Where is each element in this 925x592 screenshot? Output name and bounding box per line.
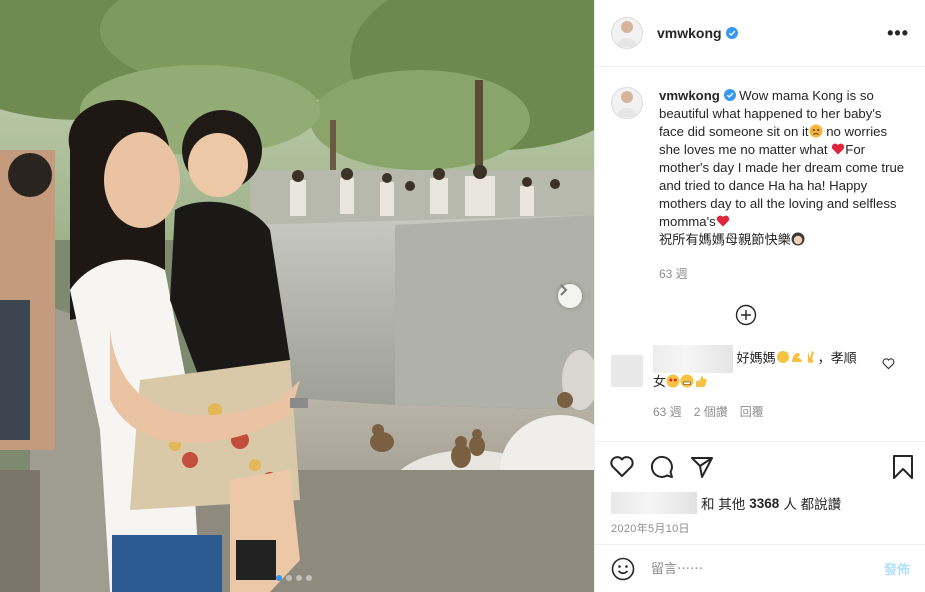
action-icons — [595, 442, 925, 492]
likes-summary[interactable]: 和 其他 3368 人 都說讚 — [595, 492, 925, 514]
comment-avatar[interactable] — [611, 355, 643, 387]
post-comment-button[interactable]: 發佈 — [884, 559, 910, 578]
header-username[interactable]: vmwkong — [657, 25, 722, 41]
chevron-right-icon — [560, 284, 568, 296]
caption-line-4: 祝所有媽媽母親節快樂 — [659, 232, 791, 247]
next-photo-button[interactable] — [558, 284, 582, 308]
comment-like-heart-icon[interactable] — [882, 357, 895, 370]
pouting-face-emoji-icon — [809, 124, 823, 138]
comment-age[interactable]: 63 週 — [653, 403, 682, 421]
more-options-icon[interactable]: ••• — [887, 23, 909, 44]
comment-text-3: 女 — [653, 374, 667, 389]
clapping-hands-emoji-icon — [776, 351, 789, 364]
post-date[interactable]: 2020年5月10日 — [595, 520, 925, 536]
comment-item: 好媽媽 ，孝順 女 63 週 2 個讚 回覆 — [611, 345, 911, 421]
woman-emoji-icon — [791, 232, 805, 246]
likes-suffix: 人 都說讚 — [783, 497, 842, 512]
instagram-post: vmwkong ••• vmwkong Wow mama Kong is so … — [0, 0, 925, 592]
caption-username[interactable]: vmwkong — [659, 88, 720, 103]
load-more-comments-icon[interactable] — [735, 304, 757, 326]
grinning-face-emoji-icon — [680, 374, 694, 388]
carousel-dots — [276, 575, 312, 581]
like-heart-icon[interactable] — [609, 454, 635, 480]
post-header: vmwkong ••• — [595, 0, 925, 67]
carousel-dot-2 — [286, 575, 292, 581]
liker-name-blurred[interactable] — [611, 492, 697, 514]
avatar-image — [617, 91, 637, 117]
comment-text-2: ，孝順 — [817, 350, 857, 366]
red-heart-emoji-icon — [832, 143, 845, 155]
post-side-panel: vmwkong ••• vmwkong Wow mama Kong is so … — [594, 0, 925, 592]
comment-username-blurred[interactable] — [653, 345, 733, 373]
caption: vmwkong Wow mama Kong is so beautiful wh… — [611, 87, 909, 249]
action-bar: 和 其他 3368 人 都說讚 2020年5月10日 — [595, 441, 925, 536]
carousel-dot-4 — [306, 575, 312, 581]
comment-input[interactable] — [651, 561, 851, 576]
add-comment-bar: 發佈 — [595, 544, 925, 592]
comment-body: 好媽媽 ，孝順 女 63 週 2 個讚 回覆 — [653, 345, 883, 421]
caption-text: vmwkong Wow mama Kong is so beautiful wh… — [659, 87, 905, 249]
thumbs-up-emoji-icon — [696, 376, 707, 387]
carousel-dot-3 — [296, 575, 302, 581]
emoji-smiley-icon[interactable] — [611, 557, 635, 581]
comment-meta: 63 週 2 個讚 回覆 — [653, 403, 883, 421]
photo-illustration — [0, 0, 594, 592]
carousel-dot-1 — [276, 575, 282, 581]
likes-prefix: 和 其他 — [701, 497, 746, 512]
comment-reply-button[interactable]: 回覆 — [740, 403, 764, 421]
avatar-image — [617, 21, 637, 47]
verified-badge-icon — [723, 89, 736, 101]
comment-bubble-icon[interactable] — [649, 454, 675, 480]
likes-count: 3368 — [749, 495, 780, 511]
comment-likes[interactable]: 2 個讚 — [694, 403, 728, 421]
flexed-biceps-emoji-icon — [791, 353, 802, 363]
caption-age[interactable]: 63 週 — [659, 265, 909, 282]
caption-avatar[interactable] — [611, 87, 643, 119]
share-paper-plane-icon[interactable] — [689, 454, 715, 480]
victory-hand-emoji-icon — [807, 351, 814, 364]
post-photo[interactable] — [0, 0, 594, 592]
avatar[interactable] — [611, 17, 643, 49]
star-struck-emoji-icon — [666, 374, 680, 388]
save-bookmark-icon[interactable] — [890, 454, 916, 480]
comment-text-1: 好媽媽 — [736, 350, 776, 366]
verified-badge-icon — [725, 27, 738, 39]
red-heart-emoji-icon — [716, 215, 729, 227]
